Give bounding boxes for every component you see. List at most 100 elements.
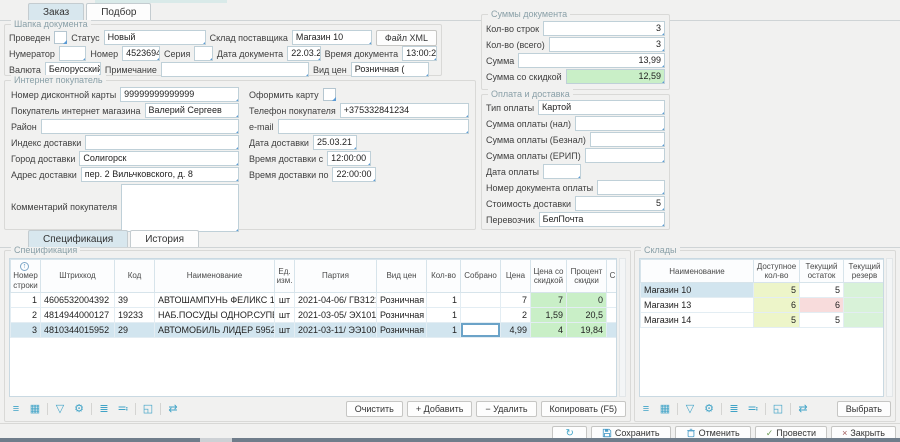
numerator-field[interactable]: [59, 46, 86, 61]
spec-col-qty[interactable]: Кол-во: [427, 260, 461, 293]
delivery-time-to-field[interactable]: 22:00:00: [332, 167, 376, 182]
cell-qty[interactable]: 1: [427, 292, 461, 307]
tab-specification[interactable]: Спецификация: [28, 230, 128, 247]
buyer-field[interactable]: Валерий Сергеев: [145, 103, 239, 118]
carrier-field[interactable]: БелПочта: [539, 212, 665, 227]
numbered-list-icon[interactable]: ≣: [727, 402, 741, 416]
delivery-time-from-field[interactable]: 12:00:00: [327, 151, 371, 166]
cell-sum[interactable]: [607, 292, 618, 307]
cell-num[interactable]: 1: [11, 292, 41, 307]
price-kind-field[interactable]: Розничная (: [351, 62, 429, 77]
sum-field[interactable]: 13,99: [518, 53, 665, 68]
cell-price-kind[interactable]: Розничная (: [377, 307, 427, 322]
spec-row-1[interactable]: 1 4606532004392 39 АВТОШАМПУНЬ ФЕЛИКС 10…: [11, 292, 618, 307]
cell-code[interactable]: 29: [115, 322, 155, 337]
cell-sum[interactable]: [607, 322, 618, 337]
stores-col-reserve[interactable]: Текущий резерв: [844, 260, 885, 283]
add-row-icon[interactable]: ≕: [746, 402, 760, 416]
clear-button[interactable]: Очистить: [346, 401, 403, 417]
add-button[interactable]: + Добавить: [407, 401, 473, 417]
select-store-button[interactable]: Выбрать: [837, 401, 891, 417]
spec-col-collected[interactable]: Собрано: [461, 260, 501, 293]
cell-price-kind[interactable]: Розничная (: [377, 322, 427, 337]
filter-icon[interactable]: ▽: [683, 402, 697, 416]
cell-num[interactable]: 3: [11, 322, 41, 337]
cell-store-available[interactable]: 5: [754, 313, 800, 328]
settings-gear-icon[interactable]: ⚙: [702, 402, 716, 416]
status-field[interactable]: Новый: [104, 30, 206, 45]
stores-col-available[interactable]: Доступное кол-во: [754, 260, 800, 283]
tab-history[interactable]: История: [130, 230, 199, 247]
delivery-city-field[interactable]: Солигорск: [79, 151, 239, 166]
cell-batch[interactable]: 2021-03-11/ ЭЭ1004647,: [295, 322, 377, 337]
cell-store-reserve[interactable]: [844, 298, 885, 313]
cell-store-current[interactable]: 5: [800, 313, 844, 328]
cell-code[interactable]: 39: [115, 292, 155, 307]
cell-barcode[interactable]: 4814944000127: [41, 307, 115, 322]
export-icon[interactable]: ◱: [141, 402, 155, 416]
stores-vertical-scrollbar[interactable]: [886, 258, 893, 397]
tab-order[interactable]: Заказ: [28, 3, 84, 20]
spec-row-3-selected[interactable]: 3 4810344015952 29 АВТОМОБИЛЬ ЛИДЕР 5952…: [11, 322, 618, 337]
delivery-index-field[interactable]: [85, 135, 239, 150]
copy-button[interactable]: Копировать (F5): [541, 401, 626, 417]
cell-store-reserve[interactable]: [844, 313, 885, 328]
spec-col-sum[interactable]: С: [607, 260, 618, 293]
email-field[interactable]: [278, 119, 469, 134]
spec-col-unit[interactable]: Ед. изм.: [275, 260, 295, 293]
sum-discount-field[interactable]: 12,59: [566, 69, 665, 84]
spec-vertical-scrollbar[interactable]: [619, 258, 626, 397]
xml-file-button[interactable]: Файл XML: [376, 30, 437, 46]
cell-name[interactable]: АВТОШАМПУНЬ ФЕЛИКС 1000МЛ FELIX: [155, 292, 275, 307]
cell-price[interactable]: 4,99: [501, 322, 531, 337]
settings-gear-icon[interactable]: ⚙: [72, 402, 86, 416]
cell-price[interactable]: 7: [501, 292, 531, 307]
cell-batch[interactable]: 2021-04-06/ ГВ3121480/: [295, 292, 377, 307]
discount-card-field[interactable]: 99999999999999: [120, 87, 239, 102]
cell-batch[interactable]: 2021-03-05/ ЭХ1013171,: [295, 307, 377, 322]
cell-collected[interactable]: [461, 307, 501, 322]
supplier-store-field[interactable]: Магазин 10: [292, 30, 372, 45]
delivery-address-field[interactable]: пер. 2 Вильчковского, д. 8: [81, 167, 239, 182]
cell-price-disc[interactable]: 4: [531, 322, 567, 337]
tab-selection[interactable]: Подбор: [86, 3, 151, 20]
spec-col-price-disc[interactable]: Цена со скидкой: [531, 260, 567, 293]
cell-store-name[interactable]: Магазин 14: [641, 313, 754, 328]
spec-col-price-kind[interactable]: Вид цен: [377, 260, 427, 293]
list-view-icon[interactable]: ≡: [9, 402, 23, 416]
stores-col-name[interactable]: Наименование: [641, 260, 754, 283]
cell-price-disc[interactable]: 7: [531, 292, 567, 307]
comment-field[interactable]: [121, 184, 239, 232]
grid-view-icon[interactable]: ▦: [658, 402, 672, 416]
cell-price-kind[interactable]: Розничная (: [377, 292, 427, 307]
export-icon[interactable]: ◱: [771, 402, 785, 416]
cell-store-current[interactable]: 5: [800, 283, 844, 298]
cell-store-current[interactable]: 6: [800, 298, 844, 313]
number-field[interactable]: 45236945: [122, 46, 160, 61]
stores-col-current[interactable]: Текущий остаток: [800, 260, 844, 283]
erip-field[interactable]: [585, 148, 665, 163]
cell-barcode[interactable]: 4606532004392: [41, 292, 115, 307]
reload-icon[interactable]: ⇄: [166, 402, 180, 416]
stores-row-3[interactable]: Магазин 14 5 5: [641, 313, 885, 328]
spec-col-name[interactable]: Наименование: [155, 260, 275, 293]
cell-disc-pct[interactable]: 19,84: [567, 322, 607, 337]
qty-total-field[interactable]: 3: [549, 37, 665, 52]
spec-col-price[interactable]: Цена: [501, 260, 531, 293]
cell-unit[interactable]: шт: [275, 322, 295, 337]
add-row-icon[interactable]: ≕: [116, 402, 130, 416]
phone-field[interactable]: +375332841234: [340, 103, 469, 118]
cell-name[interactable]: АВТОМОБИЛЬ ЛИДЕР 5952 РБ: [155, 322, 275, 337]
cell-barcode[interactable]: 4810344015952: [41, 322, 115, 337]
sort-ascending-icon[interactable]: ↑: [20, 262, 29, 271]
proveden-checkbox[interactable]: [54, 31, 67, 44]
spec-col-code[interactable]: Код: [115, 260, 155, 293]
cell-num[interactable]: 2: [11, 307, 41, 322]
cell-unit[interactable]: шт: [275, 307, 295, 322]
spec-col-barcode[interactable]: Штрихкод: [41, 260, 115, 293]
grid-view-icon[interactable]: ▦: [28, 402, 42, 416]
cell-unit[interactable]: шт: [275, 292, 295, 307]
reload-icon[interactable]: ⇄: [796, 402, 810, 416]
list-view-icon[interactable]: ≡: [639, 402, 653, 416]
payment-date-field[interactable]: [543, 164, 581, 179]
